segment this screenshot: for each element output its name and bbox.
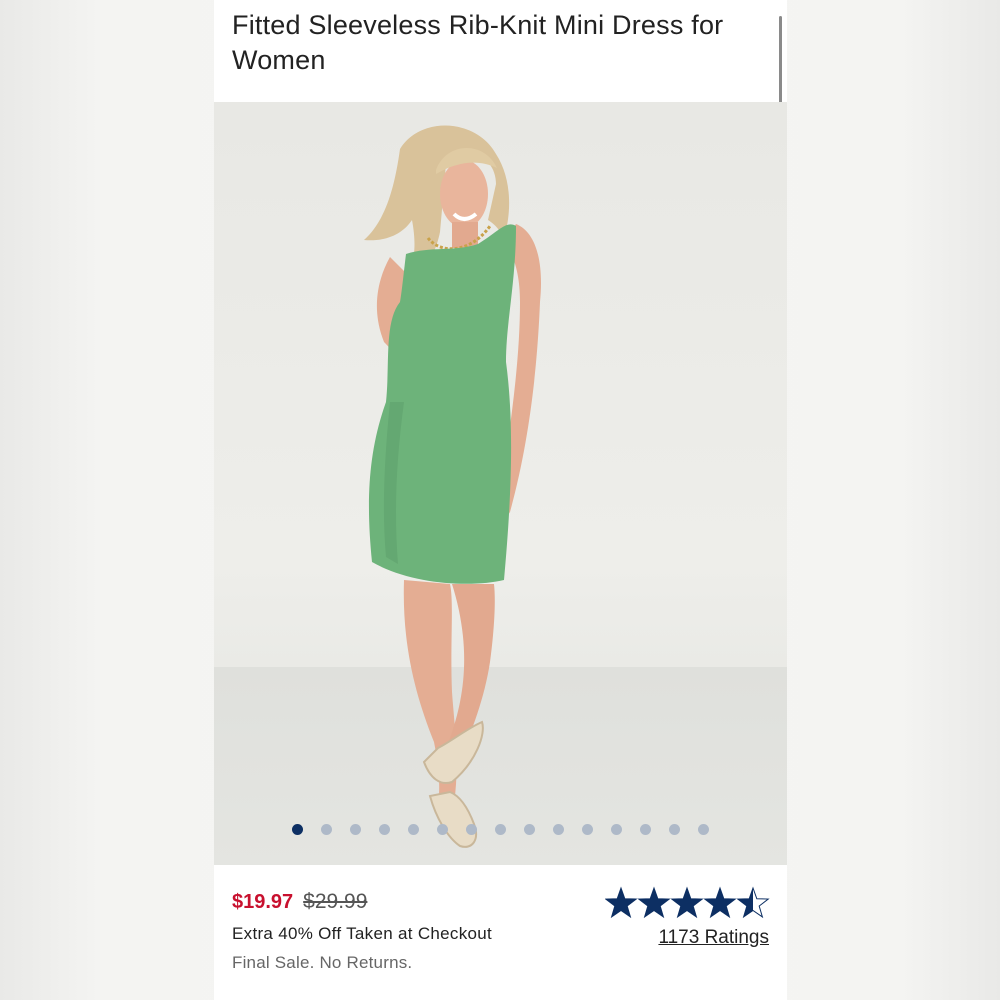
- carousel-dot[interactable]: [611, 824, 622, 835]
- carousel-dot[interactable]: [321, 824, 332, 835]
- ratings-link[interactable]: 1173 Ratings: [658, 927, 769, 949]
- price-row: $19.97 $29.99: [232, 890, 367, 914]
- final-sale-note: Final Sale. No Returns.: [232, 953, 413, 972]
- carousel-dot[interactable]: [379, 824, 390, 835]
- product-page: Fitted Sleeveless Rib-Knit Mini Dress fo…: [214, 0, 787, 1000]
- product-title: Fitted Sleeveless Rib-Knit Mini Dress fo…: [232, 10, 724, 75]
- carousel-dot[interactable]: [582, 824, 593, 835]
- model-photo: [364, 125, 541, 848]
- carousel-dot[interactable]: [524, 824, 535, 835]
- screenshot-frame: Fitted Sleeveless Rib-Knit Mini Dress fo…: [0, 0, 1000, 1000]
- star-rating[interactable]: [605, 886, 770, 920]
- promo-text: Extra 40% Off Taken at Checkout: [232, 924, 493, 943]
- carousel-dot[interactable]: [698, 824, 709, 835]
- carousel-dot[interactable]: [669, 824, 680, 835]
- left-sandal: [428, 790, 478, 848]
- carousel-dot[interactable]: [408, 824, 419, 835]
- carousel-dot[interactable]: [466, 824, 477, 835]
- star-icon: [736, 886, 770, 919]
- carousel-dot[interactable]: [292, 824, 303, 835]
- star-icon: [605, 886, 638, 919]
- carousel-dot[interactable]: [640, 824, 651, 835]
- product-image-carousel[interactable]: [214, 102, 787, 865]
- carousel-dot[interactable]: [350, 824, 361, 835]
- carousel-dots: [214, 824, 787, 836]
- original-price: $29.99: [303, 890, 368, 913]
- neck: [452, 222, 478, 248]
- sale-price: $19.97: [232, 891, 294, 913]
- star-icon: [670, 886, 704, 919]
- scrollbar[interactable]: [779, 16, 782, 104]
- carousel-dot[interactable]: [553, 824, 564, 835]
- star-icon: [637, 886, 671, 919]
- carousel-dot[interactable]: [437, 824, 448, 835]
- star-icon: [703, 886, 737, 919]
- carousel-dot[interactable]: [495, 824, 506, 835]
